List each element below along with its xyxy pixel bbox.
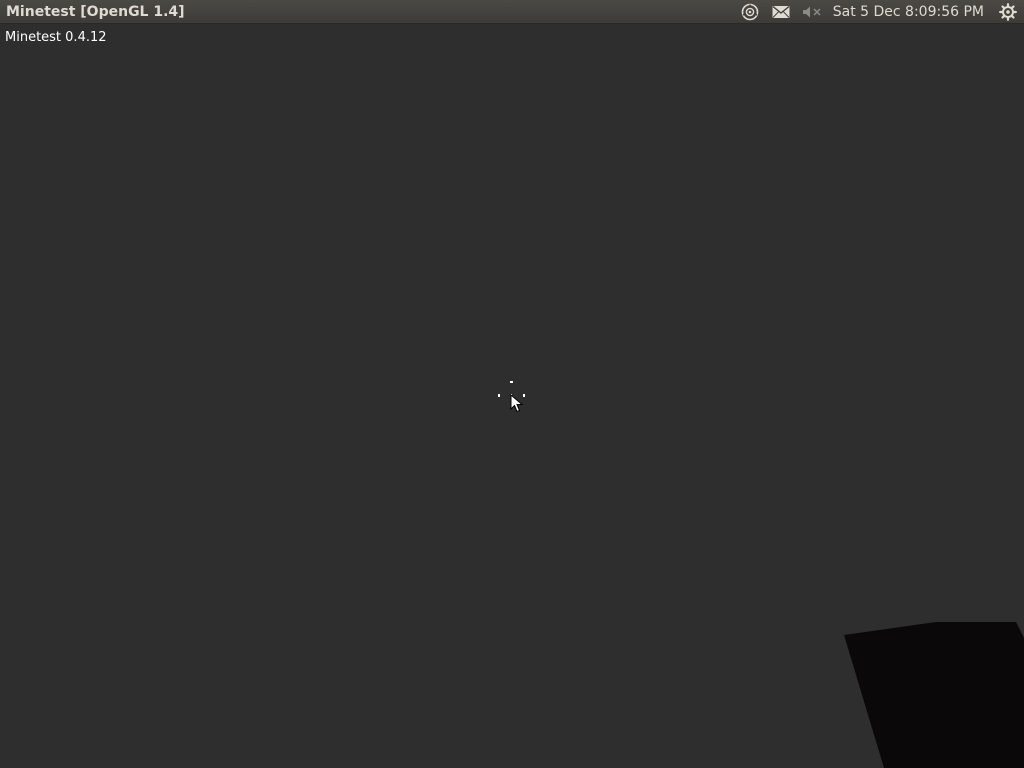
session-gear-icon	[999, 3, 1017, 21]
mouse-cursor-icon	[510, 394, 524, 413]
indicator-area: Sat 5 Dec 8:09:56 PM	[737, 0, 1024, 24]
game-viewport[interactable]: Minetest 0.4.12	[0, 24, 1024, 768]
mail-icon	[772, 5, 790, 18]
sound-muted-icon	[802, 6, 821, 18]
version-label: Minetest 0.4.12	[5, 30, 107, 45]
sound-indicator[interactable]	[801, 0, 823, 24]
window-title: Minetest [OpenGL 1.4]	[6, 4, 185, 20]
top-panel: Minetest [OpenGL 1.4] Sat 5 Dec 8:09:56 …	[0, 0, 1024, 24]
session-indicator[interactable]	[996, 0, 1020, 24]
network-indicator[interactable]	[737, 0, 763, 24]
network-icon	[741, 3, 759, 21]
screen: Minetest [OpenGL 1.4] Sat 5 Dec 8:09:56 …	[0, 0, 1024, 768]
clock[interactable]: Sat 5 Dec 8:09:56 PM	[833, 4, 996, 20]
messaging-indicator[interactable]	[769, 0, 793, 24]
